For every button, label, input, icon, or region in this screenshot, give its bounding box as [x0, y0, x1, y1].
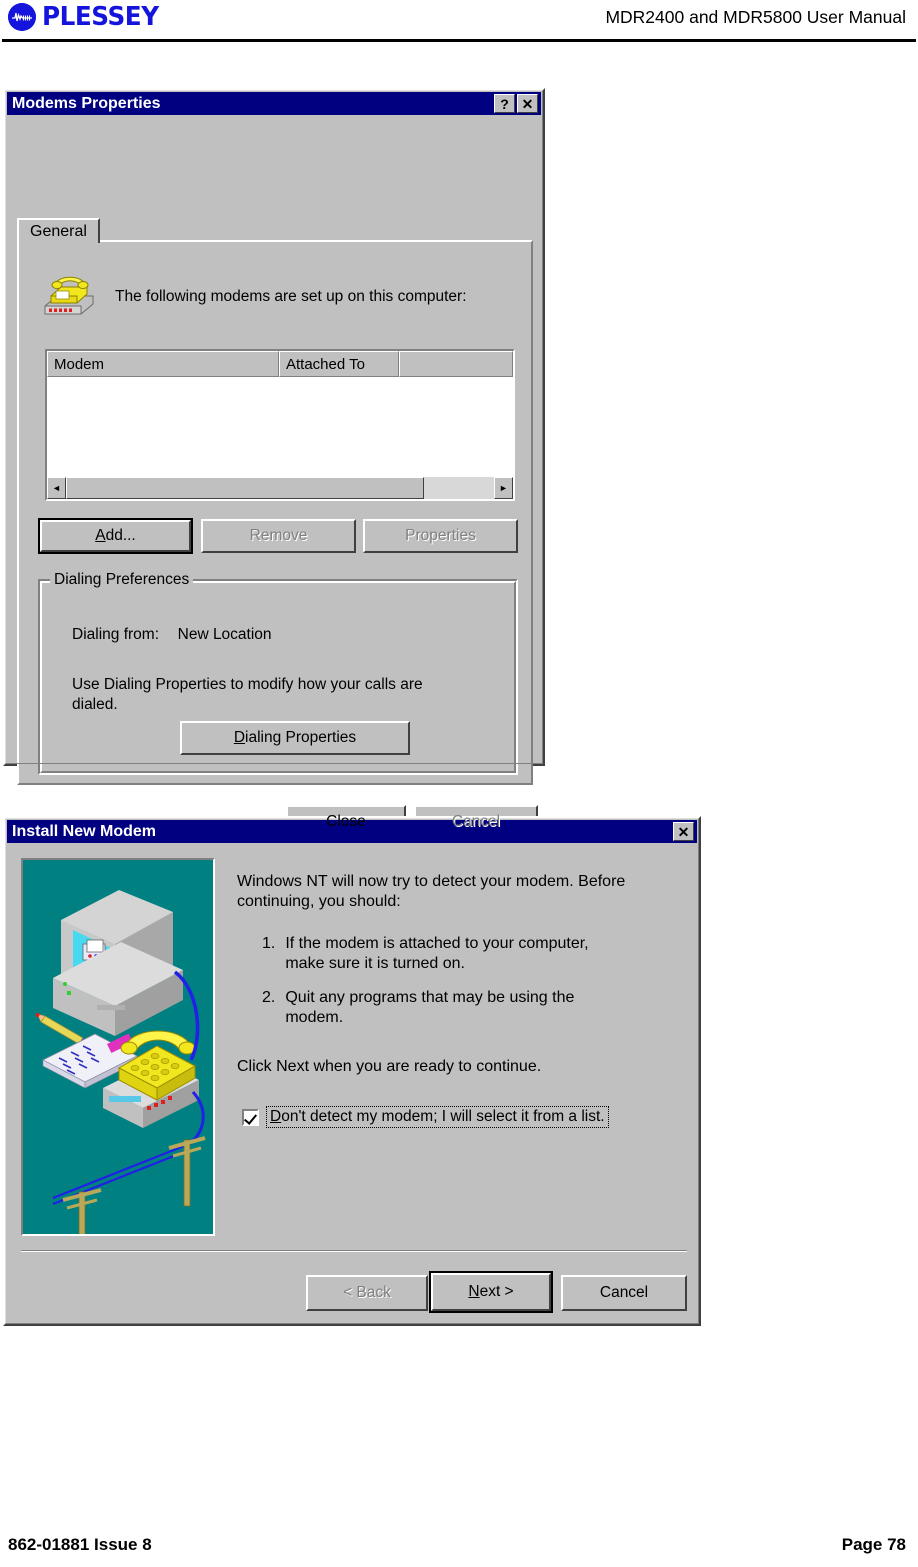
wizard-step-2-number: 2.: [262, 989, 276, 1006]
column-header-attached-to[interactable]: Attached To: [279, 351, 399, 377]
install-new-modem-dialog: Install New Modem ✕ Windows NT will now …: [3, 816, 701, 1326]
column-header-attached-to-label: Attached To: [286, 355, 365, 373]
checkbox-checked-icon[interactable]: [242, 1108, 259, 1126]
scrollbar-thumb[interactable]: [66, 477, 424, 499]
modem-list-view[interactable]: Modem Attached To ◄ ►: [45, 349, 515, 501]
wizard-step-1: 1. If the modem is attached to your comp…: [262, 934, 672, 975]
scroll-left-arrow-icon[interactable]: ◄: [47, 477, 66, 499]
tab-strip: General: [17, 218, 112, 243]
cancel-dialog-button-label: Cancel: [451, 813, 501, 830]
dont-detect-modem-label[interactable]: Don't detect my modem; I will select it …: [266, 1106, 609, 1128]
column-header-modem[interactable]: Modem: [47, 351, 279, 377]
modems-description: The following modems are set up on this …: [115, 288, 467, 305]
tab-general[interactable]: General: [17, 218, 100, 243]
wizard-separator: [21, 1250, 687, 1252]
wizard-intro-text: Windows NT will now try to detect your m…: [237, 873, 626, 911]
page-header: PLESSEY MDR2400 and MDR5800 User Manual: [0, 0, 918, 44]
wizard-illustration: [21, 858, 215, 1236]
cancel-button[interactable]: Cancel: [561, 1275, 687, 1311]
close-dialog-button-label: Close: [326, 813, 366, 830]
scrollbar-track[interactable]: [424, 477, 494, 499]
wizard-continue-text: Click Next when you are ready to continu…: [237, 1058, 542, 1075]
modem-list-body[interactable]: [47, 377, 513, 477]
properties-button[interactable]: Properties: [363, 519, 518, 553]
header-divider: [2, 39, 916, 42]
list-horizontal-scrollbar[interactable]: ◄ ►: [47, 477, 513, 499]
dialog-title: Modems Properties: [12, 94, 161, 112]
column-header-modem-label: Modem: [54, 355, 105, 373]
plessey-logo: PLESSEY: [8, 3, 165, 31]
checkbox-label-rest: on't detect my modem; I will select it f…: [281, 1108, 605, 1125]
properties-button-label: Properties: [405, 527, 476, 544]
wizard-step-2: 2. Quit any programs that may be using t…: [262, 988, 672, 1029]
tab-general-label: General: [30, 222, 87, 240]
close-icon[interactable]: ✕: [673, 822, 694, 841]
close-icon[interactable]: ✕: [517, 94, 538, 113]
add-button[interactable]: Add...: [38, 518, 193, 554]
column-header-blank[interactable]: [399, 351, 513, 377]
wizard-step-2-text: Quit any programs that may be using the …: [285, 989, 575, 1027]
wizard-step-1-text: If the modem is attached to your compute…: [285, 935, 589, 973]
modems-properties-dialog: Modems Properties ? ✕ General The follow…: [3, 88, 545, 839]
remove-button-label: Remove: [249, 527, 308, 544]
plessey-logo-text: PLESSEY: [42, 2, 159, 32]
scroll-right-arrow-icon[interactable]: ►: [494, 477, 513, 499]
manual-title: MDR2400 and MDR5800 User Manual: [605, 7, 906, 27]
back-button[interactable]: < Back: [306, 1275, 428, 1311]
plessey-waveform-logo-icon: [8, 3, 36, 31]
remove-button[interactable]: Remove: [201, 519, 356, 553]
back-button-label: < Back: [343, 1284, 391, 1301]
cancel-button-label: Cancel: [599, 1284, 649, 1301]
checkbox-accesskey: D: [270, 1108, 282, 1125]
dialing-from-label: Dialing from:: [72, 626, 159, 643]
footer-document-number: 862-01881 Issue 8: [8, 1535, 152, 1554]
footer-page-number: Page 78: [841, 1535, 906, 1554]
wizard-step-1-number: 1.: [262, 935, 276, 952]
titlebar[interactable]: Modems Properties ? ✕: [7, 92, 541, 115]
dont-detect-modem-checkbox[interactable]: Don't detect my modem; I will select it …: [242, 1106, 609, 1128]
dialing-from-row: Dialing from: New Location: [72, 625, 272, 645]
dialing-preferences-label: Dialing Preferences: [50, 571, 194, 589]
help-icon[interactable]: ?: [494, 94, 515, 113]
modem-telephone-icon: [37, 266, 99, 322]
dialing-preferences-group: Dialing Preferences Dialing from: New Lo…: [38, 571, 518, 775]
dialing-from-value: New Location: [177, 626, 272, 643]
dialog-title: Install New Modem: [12, 822, 157, 840]
dialing-hint: Use Dialing Properties to modify how you…: [72, 676, 423, 713]
next-button[interactable]: Next >: [429, 1271, 553, 1313]
dialing-properties-button[interactable]: Dialing Properties: [180, 721, 410, 755]
